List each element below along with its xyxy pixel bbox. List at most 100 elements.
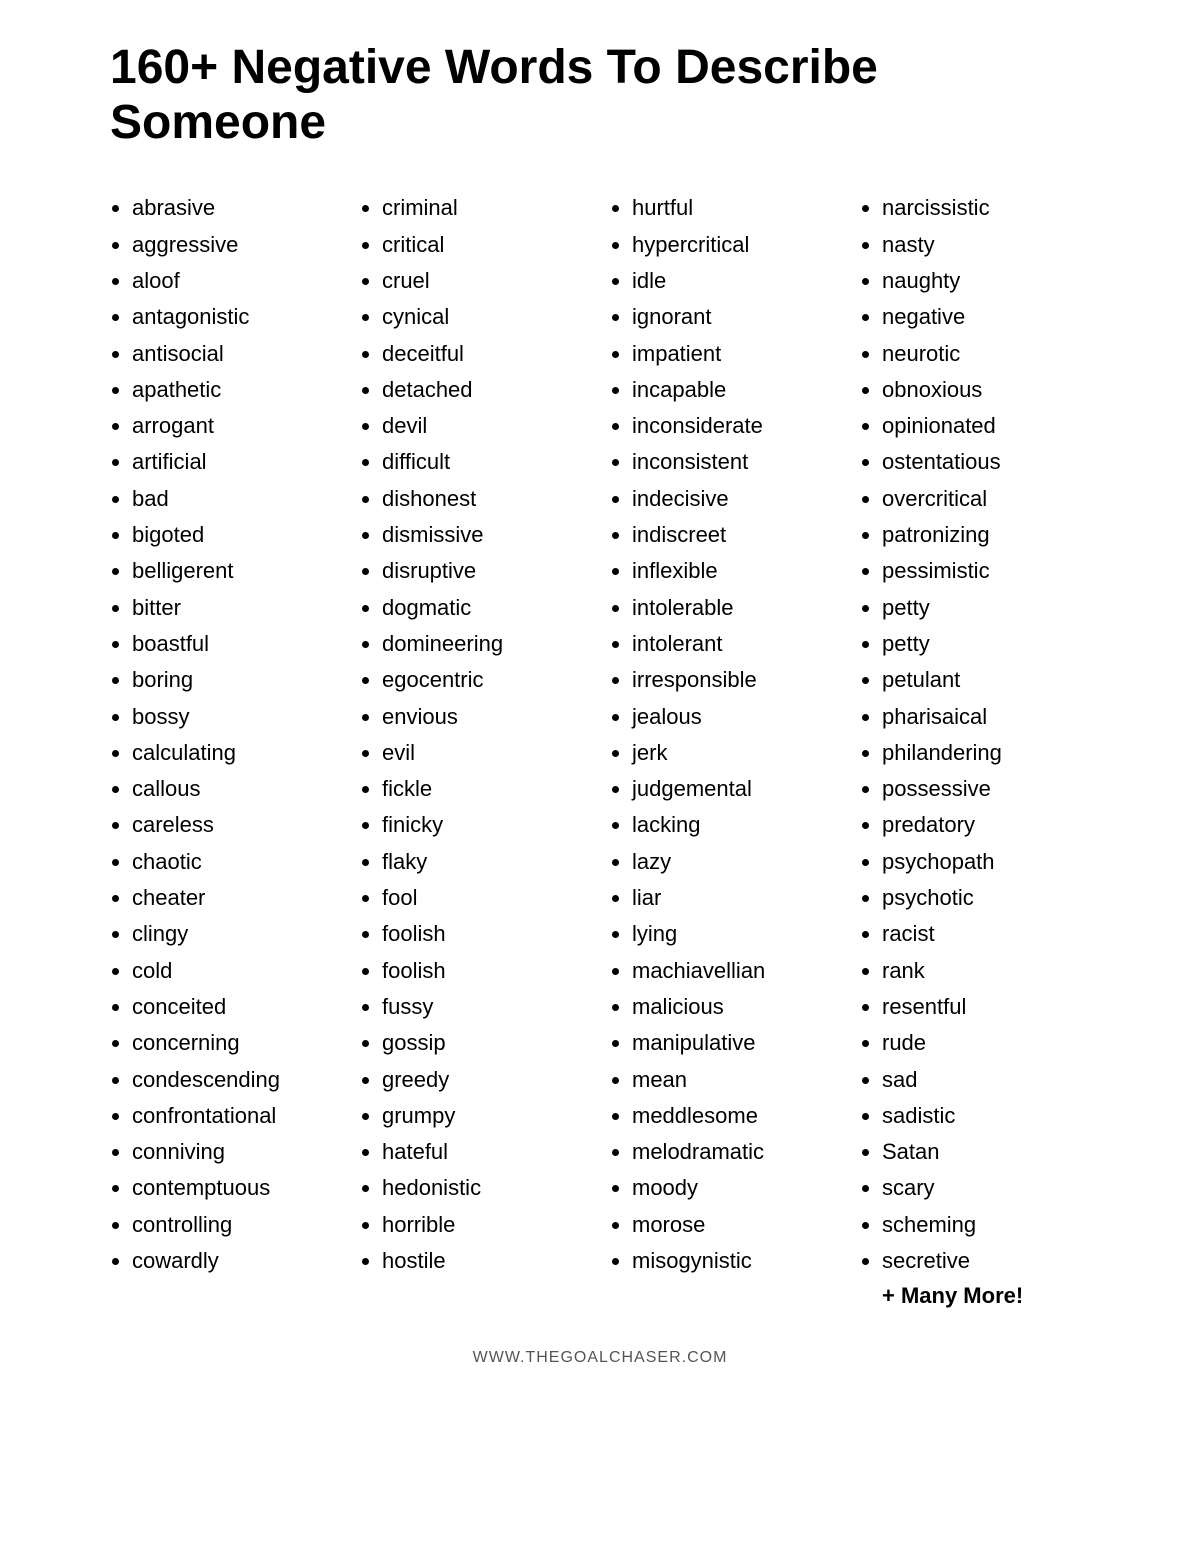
- list-item: aggressive: [132, 227, 340, 263]
- list-item: bossy: [132, 699, 340, 735]
- list-item: Satan: [882, 1134, 1090, 1170]
- list-item: callous: [132, 771, 340, 807]
- list-item: clingy: [132, 916, 340, 952]
- list-item: evil: [382, 735, 590, 771]
- word-list-3: hurtfulhypercriticalidleignorantimpatien…: [610, 190, 840, 1279]
- list-item: lazy: [632, 844, 840, 880]
- list-item: apathetic: [132, 372, 340, 408]
- list-item: foolish: [382, 953, 590, 989]
- list-item: artificial: [132, 444, 340, 480]
- list-item: intolerant: [632, 626, 840, 662]
- list-item: aloof: [132, 263, 340, 299]
- list-item: melodramatic: [632, 1134, 840, 1170]
- list-item: cold: [132, 953, 340, 989]
- list-item: bad: [132, 481, 340, 517]
- list-item: concerning: [132, 1025, 340, 1061]
- list-item: indecisive: [632, 481, 840, 517]
- list-item: hurtful: [632, 190, 840, 226]
- list-item: fool: [382, 880, 590, 916]
- list-item: indiscreet: [632, 517, 840, 553]
- list-item: impatient: [632, 336, 840, 372]
- list-item: cruel: [382, 263, 590, 299]
- list-item: difficult: [382, 444, 590, 480]
- list-item: secretive: [882, 1243, 1090, 1279]
- list-item: deceitful: [382, 336, 590, 372]
- list-item: calculating: [132, 735, 340, 771]
- list-item: incapable: [632, 372, 840, 408]
- list-item: envious: [382, 699, 590, 735]
- extra-note: + Many More!: [860, 1283, 1090, 1309]
- list-item: detached: [382, 372, 590, 408]
- list-item: machiavellian: [632, 953, 840, 989]
- list-item: obnoxious: [882, 372, 1090, 408]
- columns-container: abrasiveaggressivealoofantagonisticantis…: [110, 190, 1090, 1309]
- list-item: possessive: [882, 771, 1090, 807]
- list-item: dismissive: [382, 517, 590, 553]
- list-item: narcissistic: [882, 190, 1090, 226]
- list-item: boastful: [132, 626, 340, 662]
- list-item: jealous: [632, 699, 840, 735]
- list-item: conniving: [132, 1134, 340, 1170]
- list-item: resentful: [882, 989, 1090, 1025]
- list-item: bigoted: [132, 517, 340, 553]
- list-item: flaky: [382, 844, 590, 880]
- list-item: hateful: [382, 1134, 590, 1170]
- list-item: misogynistic: [632, 1243, 840, 1279]
- list-item: rank: [882, 953, 1090, 989]
- list-item: critical: [382, 227, 590, 263]
- list-item: overcritical: [882, 481, 1090, 517]
- column-1: abrasiveaggressivealoofantagonisticantis…: [110, 190, 340, 1309]
- list-item: antisocial: [132, 336, 340, 372]
- list-item: petty: [882, 626, 1090, 662]
- list-item: racist: [882, 916, 1090, 952]
- word-list-2: criminalcriticalcruelcynicaldeceitfuldet…: [360, 190, 590, 1279]
- list-item: cynical: [382, 299, 590, 335]
- list-item: malicious: [632, 989, 840, 1025]
- footer: WWW.THEGOALCHASER.COM: [473, 1349, 728, 1367]
- list-item: scary: [882, 1170, 1090, 1206]
- list-item: jerk: [632, 735, 840, 771]
- list-item: careless: [132, 807, 340, 843]
- list-item: scheming: [882, 1207, 1090, 1243]
- list-item: inconsiderate: [632, 408, 840, 444]
- list-item: mean: [632, 1062, 840, 1098]
- list-item: ostentatious: [882, 444, 1090, 480]
- list-item: belligerent: [132, 553, 340, 589]
- list-item: disruptive: [382, 553, 590, 589]
- list-item: fickle: [382, 771, 590, 807]
- column-3: hurtfulhypercriticalidleignorantimpatien…: [610, 190, 840, 1309]
- list-item: cowardly: [132, 1243, 340, 1279]
- list-item: gossip: [382, 1025, 590, 1061]
- list-item: antagonistic: [132, 299, 340, 335]
- list-item: sadistic: [882, 1098, 1090, 1134]
- column-2: criminalcriticalcruelcynicaldeceitfuldet…: [360, 190, 590, 1309]
- list-item: greedy: [382, 1062, 590, 1098]
- list-item: predatory: [882, 807, 1090, 843]
- list-item: egocentric: [382, 662, 590, 698]
- word-list-4: narcissisticnastynaughtynegativeneurotic…: [860, 190, 1090, 1279]
- list-item: hypercritical: [632, 227, 840, 263]
- list-item: hedonistic: [382, 1170, 590, 1206]
- page-wrapper: 160+ Negative Words To Describe Someone …: [50, 0, 1150, 1397]
- list-item: nasty: [882, 227, 1090, 263]
- list-item: conceited: [132, 989, 340, 1025]
- list-item: philandering: [882, 735, 1090, 771]
- list-item: dishonest: [382, 481, 590, 517]
- list-item: negative: [882, 299, 1090, 335]
- list-item: morose: [632, 1207, 840, 1243]
- column-4: narcissisticnastynaughtynegativeneurotic…: [860, 190, 1090, 1309]
- list-item: psychopath: [882, 844, 1090, 880]
- word-list-1: abrasiveaggressivealoofantagonisticantis…: [110, 190, 340, 1279]
- list-item: rude: [882, 1025, 1090, 1061]
- list-item: pessimistic: [882, 553, 1090, 589]
- list-item: irresponsible: [632, 662, 840, 698]
- list-item: confrontational: [132, 1098, 340, 1134]
- list-item: petulant: [882, 662, 1090, 698]
- list-item: manipulative: [632, 1025, 840, 1061]
- list-item: petty: [882, 590, 1090, 626]
- list-item: liar: [632, 880, 840, 916]
- list-item: horrible: [382, 1207, 590, 1243]
- list-item: cheater: [132, 880, 340, 916]
- list-item: contemptuous: [132, 1170, 340, 1206]
- list-item: pharisaical: [882, 699, 1090, 735]
